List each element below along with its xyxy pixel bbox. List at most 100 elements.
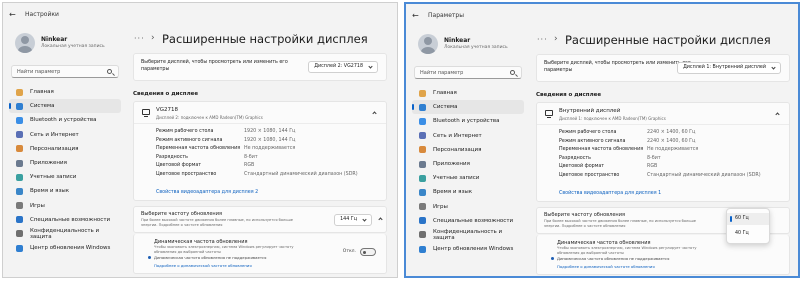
sidebar-item-label: Центр обновления Windows — [30, 245, 111, 252]
sidebar-item-accessibility[interactable]: Специальные возможности — [412, 214, 524, 228]
sidebar-item-gaming[interactable]: Игры — [9, 199, 121, 213]
info-value: 2240 × 1400, 60 Гц — [647, 138, 696, 144]
breadcrumb-more-button[interactable]: ··· — [134, 34, 145, 43]
adapter-properties-link[interactable]: Свойства видеоадаптера для дисплея 2 — [156, 190, 258, 195]
display-select-prompt: Выберите дисплей, чтобы просмотреть или … — [544, 61, 691, 73]
system-icon — [419, 103, 426, 111]
info-key: Режим рабочего стола — [559, 130, 617, 135]
chevron-up-icon[interactable] — [378, 217, 383, 222]
sidebar-item-label: Конфиденциальность и защита — [30, 227, 100, 240]
monitor-icon — [545, 110, 553, 118]
sidebar-item-time-language[interactable]: Время и язык — [9, 184, 121, 198]
display-info-header[interactable]: VG2718 Дисплей 2: подключен к AMD Radeon… — [134, 102, 386, 124]
info-value: RGB — [244, 163, 255, 169]
window-title: Параметры — [428, 12, 464, 19]
sidebar-item-home[interactable]: Главная — [9, 85, 121, 99]
sidebar-item-home[interactable]: Главная — [412, 86, 524, 100]
info-row: Переменная частота обновления Не поддержи… — [559, 147, 781, 156]
search-box[interactable] — [414, 66, 522, 79]
info-row: Переменная частота обновления Не поддержи… — [156, 146, 378, 155]
info-key: Цветовое пространство — [559, 172, 620, 178]
sidebar-item-accounts[interactable]: Учетные записи — [9, 170, 121, 184]
sidebar-item-apps[interactable]: Приложения — [412, 157, 524, 171]
title-bar: ← Настройки — [3, 3, 397, 27]
display-info-rows: Режим рабочего стола 1920 × 1080, 144 Гц Р… — [156, 129, 378, 181]
back-arrow-icon[interactable]: ← — [412, 11, 419, 20]
display-dropdown-value: Дисплей 1: Внутренний дисплей — [683, 65, 766, 70]
sidebar-item-bluetooth[interactable]: Bluetooth и устройства — [412, 114, 524, 128]
sidebar-item-label: Система — [30, 103, 55, 110]
sidebar-item-label: Приложения — [433, 161, 470, 168]
dynamic-refresh-description: Чтобы экономить электроэнергию, система … — [154, 245, 294, 254]
sidebar-item-label: Время и язык — [30, 188, 70, 195]
sidebar-item-apps[interactable]: Приложения — [9, 156, 121, 170]
info-key: Переменная частота обновления — [559, 147, 644, 153]
dynamic-refresh-link[interactable]: Подробнее о динамической частоте обновле… — [557, 264, 655, 269]
refresh-rate-option[interactable]: 40 Гц — [727, 228, 769, 240]
info-key: Цветовой формат — [156, 163, 202, 169]
dynamic-refresh-link[interactable]: Подробнее о динамической частоте обновле… — [154, 263, 252, 268]
display-info-card: Внутренний дисплей Дисплей 1: подключен … — [536, 102, 790, 202]
display-dropdown[interactable]: Дисплей 1: Внутренний дисплей — [677, 62, 781, 74]
personalization-icon — [419, 146, 426, 154]
sidebar-item-network[interactable]: Сеть и Интернет — [412, 129, 524, 143]
refresh-rate-description: При более высокой частоте движения более… — [544, 219, 696, 228]
sidebar-item-windows-update[interactable]: Центр обновления Windows — [9, 241, 121, 255]
dynamic-refresh-toggle[interactable] — [360, 248, 376, 256]
accessibility-icon — [419, 217, 426, 225]
home-icon — [16, 88, 23, 96]
info-key: Режим рабочего стола — [156, 129, 214, 134]
sidebar-item-bluetooth[interactable]: Bluetooth и устройства — [9, 113, 121, 127]
window-title: Настройки — [25, 11, 59, 18]
display-info-header[interactable]: Внутренний дисплей Дисплей 1: подключен … — [537, 103, 789, 125]
sidebar-item-network[interactable]: Сеть и Интернет — [9, 128, 121, 142]
sidebar-item-accessibility[interactable]: Специальные возможности — [9, 213, 121, 227]
info-row: Режим рабочего стола 2240 × 1400, 60 Гц — [559, 130, 781, 139]
apps-icon — [16, 159, 23, 167]
sidebar-item-system[interactable]: Система — [9, 99, 121, 114]
display-connection: Дисплей 2: подключен к AMD Radeon(TM) Gr… — [156, 115, 263, 120]
sidebar-item-accounts[interactable]: Учетные записи — [412, 171, 524, 185]
avatar[interactable] — [15, 33, 35, 53]
search-box[interactable] — [11, 65, 119, 78]
chevron-up-icon[interactable] — [372, 111, 377, 116]
gaming-icon — [16, 202, 23, 210]
search-input[interactable] — [420, 69, 508, 77]
sidebar-item-personalization[interactable]: Персонализация — [412, 143, 524, 157]
refresh-rate-popup: 60 Гц 40 Гц — [726, 208, 770, 244]
sidebar-item-system[interactable]: Система — [412, 100, 524, 115]
dynamic-refresh-status: Динамическая частота обновления не подде… — [147, 255, 267, 260]
display-dropdown[interactable]: Дисплей 2: VG2718 — [308, 61, 378, 73]
breadcrumb-more-button[interactable]: ··· — [537, 35, 548, 44]
sidebar-item-privacy[interactable]: Конфиденциальность и защита — [412, 228, 524, 242]
dynamic-refresh-status: Динамическая частота обновления не подде… — [550, 256, 670, 261]
sidebar-item-label: Сеть и Интернет — [30, 131, 79, 138]
chevron-down-icon — [362, 217, 367, 222]
adapter-properties-link[interactable]: Свойства видеоадаптера для дисплея 1 — [559, 191, 661, 196]
display-dropdown-value: Дисплей 2: VG2718 — [314, 64, 363, 69]
chevron-up-icon[interactable] — [775, 112, 780, 117]
refresh-rate-option-selected[interactable]: 60 Гц — [727, 213, 769, 225]
info-value: Не поддерживается — [647, 147, 699, 153]
avatar[interactable] — [418, 34, 438, 54]
back-arrow-icon[interactable]: ← — [9, 10, 16, 19]
privacy-icon — [419, 231, 426, 239]
sidebar-item-windows-update[interactable]: Центр обновления Windows — [412, 242, 524, 256]
sidebar-item-gaming[interactable]: Игры — [412, 200, 524, 214]
account-type: Локальная учетная запись — [444, 45, 508, 50]
sidebar-nav: Главная Система Bluetooth и устройства Сеть… — [9, 85, 121, 255]
sidebar-item-time-language[interactable]: Время и язык — [412, 185, 524, 199]
info-key: Цветовое пространство — [156, 171, 217, 177]
info-key: Режим активного сигнала — [156, 137, 223, 143]
accounts-icon — [16, 173, 23, 181]
apps-icon — [419, 160, 426, 168]
section-label: Сведения о дисплее — [536, 92, 602, 98]
sidebar-item-privacy[interactable]: Конфиденциальность и защита — [9, 227, 121, 241]
privacy-icon — [16, 230, 23, 238]
settings-window-right: ← Параметры Ninkear Локальная учетная за… — [404, 2, 800, 278]
sidebar-item-label: Система — [433, 104, 458, 111]
sidebar-item-personalization[interactable]: Персонализация — [9, 142, 121, 156]
refresh-rate-dropdown[interactable]: 144 Гц — [334, 214, 372, 226]
sidebar-item-label: Игры — [30, 202, 45, 209]
search-input[interactable] — [17, 68, 105, 76]
